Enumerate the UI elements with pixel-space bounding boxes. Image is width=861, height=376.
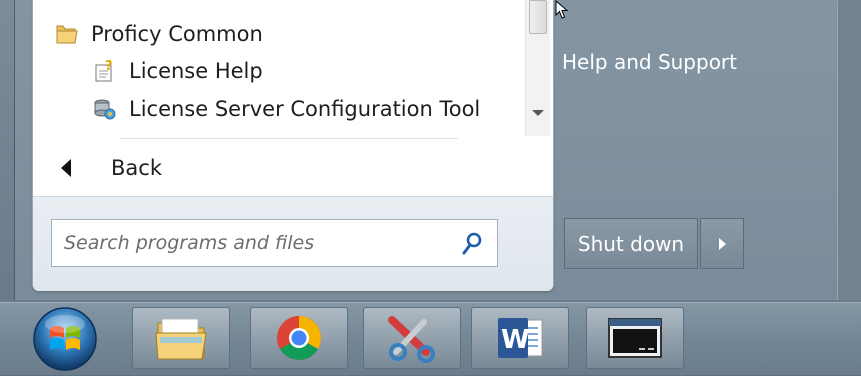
word-icon: W xyxy=(498,318,543,358)
command-window-icon xyxy=(608,318,662,358)
file-explorer-icon xyxy=(155,318,207,360)
svg-text:W: W xyxy=(501,325,530,355)
search-area xyxy=(33,196,553,291)
chrome-icon xyxy=(277,316,321,360)
menu-edge xyxy=(837,0,861,300)
taskbar-command-window[interactable] xyxy=(586,307,684,369)
programs-pane: Proficy Common ? License Help License Se… xyxy=(33,0,553,291)
scrollbar-thumb[interactable] xyxy=(529,0,547,34)
program-item-license-server-config[interactable]: License Server Configuration Tool xyxy=(93,97,480,121)
start-button[interactable] xyxy=(30,306,100,372)
server-config-icon xyxy=(93,97,117,121)
programs-scrollbar[interactable] xyxy=(525,0,550,136)
back-arrow-icon xyxy=(61,159,71,177)
program-item-license-help[interactable]: ? License Help xyxy=(93,59,263,83)
program-label: Proficy Common xyxy=(91,22,263,46)
taskbar: W xyxy=(0,302,861,375)
program-label: License Help xyxy=(129,59,263,83)
snipping-tool-icon xyxy=(388,316,435,363)
search-icon[interactable] xyxy=(461,232,483,256)
program-label: License Server Configuration Tool xyxy=(129,97,481,121)
shutdown-button[interactable]: Shut down xyxy=(564,218,698,269)
chevron-right-icon xyxy=(718,237,726,250)
taskbar-file-explorer[interactable] xyxy=(132,307,230,369)
shutdown-group: Shut down xyxy=(564,218,744,269)
help-and-support-link[interactable]: Help and Support xyxy=(562,50,737,74)
program-item-proficy-common[interactable]: Proficy Common xyxy=(55,22,263,46)
search-input[interactable] xyxy=(62,231,446,255)
back-label: Back xyxy=(111,156,162,180)
back-button[interactable]: Back xyxy=(53,150,353,186)
windows-logo-icon xyxy=(33,307,97,371)
taskbar-word[interactable]: W xyxy=(471,307,569,369)
list-divider xyxy=(120,138,458,139)
taskbar-snipping-tool[interactable] xyxy=(363,307,461,369)
svg-text:?: ? xyxy=(105,59,113,74)
mouse-cursor-icon xyxy=(555,0,569,20)
taskbar-chrome[interactable] xyxy=(250,307,348,369)
start-menu: Proficy Common ? License Help License Se… xyxy=(14,0,845,300)
scroll-down-arrow-icon[interactable] xyxy=(532,110,544,116)
shutdown-options-button[interactable] xyxy=(700,218,744,269)
folder-icon xyxy=(55,22,79,46)
search-box[interactable] xyxy=(51,219,498,267)
help-file-icon: ? xyxy=(93,59,117,83)
